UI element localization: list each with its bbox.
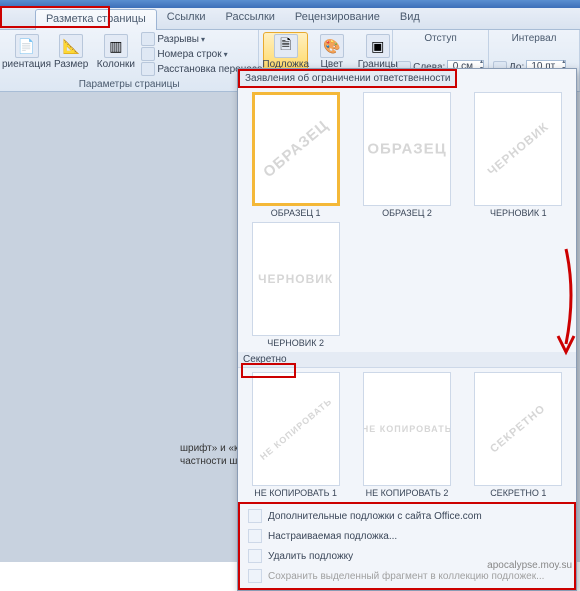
orientation-button[interactable]: 📄 риентация [4, 32, 49, 78]
watermark-draft-1[interactable]: ЧЕРНОВИК ЧЕРНОВИК 1 [465, 92, 572, 218]
globe-icon [248, 509, 262, 523]
size-icon: 📐 [59, 34, 83, 58]
save-icon [248, 569, 262, 583]
line-numbers-button[interactable]: Номера строк▾ [139, 47, 275, 61]
watermark-icon: 🗎 [274, 34, 298, 58]
custom-icon [248, 529, 262, 543]
tab-mailings[interactable]: Рассылки [216, 8, 285, 29]
page-borders-icon: ▣ [366, 34, 390, 58]
watermark-sample-2[interactable]: ОБРАЗЕЦ ОБРАЗЕЦ 2 [353, 92, 460, 218]
watermark-sample-1[interactable]: ОБРАЗЕЦ ОБРАЗЕЦ 1 [242, 92, 349, 218]
section-disclaimer: Заявления об ограничении ответственности [238, 69, 457, 88]
watermark-nocopy-2[interactable]: НЕ КОПИРОВАТЬ НЕ КОПИРОВАТЬ 2 [353, 372, 460, 498]
ribbon-tabs: Разметка страницы Ссылки Рассылки Реценз… [0, 8, 580, 30]
remove-icon [248, 549, 262, 563]
hyphenation-icon [141, 62, 155, 76]
breaks-button[interactable]: Разрывы▾ [139, 32, 275, 46]
site-watermark: apocalypse.moy.su [487, 560, 572, 571]
watermark-dropdown: Заявления об ограничении ответственности… [237, 68, 577, 591]
size-button[interactable]: 📐 Размер [50, 32, 92, 78]
watermark-nocopy-1[interactable]: НЕ КОПИРОВАТЬ НЕ КОПИРОВАТЬ 1 [242, 372, 349, 498]
orientation-icon: 📄 [15, 34, 39, 58]
watermark-secret-1[interactable]: СЕКРЕТНО СЕКРЕТНО 1 [465, 372, 572, 498]
columns-icon: ▥ [104, 34, 128, 58]
columns-button[interactable]: ▥ Колонки [93, 32, 138, 78]
group-label-page-setup: Параметры страницы [4, 78, 254, 91]
breaks-icon [141, 32, 155, 46]
tab-view[interactable]: Вид [390, 8, 430, 29]
page-color-icon: 🎨 [320, 34, 344, 58]
title-bar [0, 0, 580, 8]
group-page-setup: 📄 риентация 📐 Размер ▥ Колонки Разрывы▾ … [0, 30, 259, 91]
tab-review[interactable]: Рецензирование [285, 8, 390, 29]
dropdown-footer: Дополнительные подложки с сайта Office.c… [238, 502, 576, 590]
custom-watermark-menuitem[interactable]: Настраиваемая подложка... [240, 526, 574, 546]
tab-links[interactable]: Ссылки [157, 8, 216, 29]
watermark-draft-2[interactable]: ЧЕРНОВИК ЧЕРНОВИК 2 [242, 222, 349, 348]
section-secret: Секретно [238, 352, 576, 368]
more-watermarks-menuitem[interactable]: Дополнительные подложки с сайта Office.c… [240, 506, 574, 526]
tab-page-layout[interactable]: Разметка страницы [35, 9, 157, 30]
line-numbers-icon [141, 47, 155, 61]
